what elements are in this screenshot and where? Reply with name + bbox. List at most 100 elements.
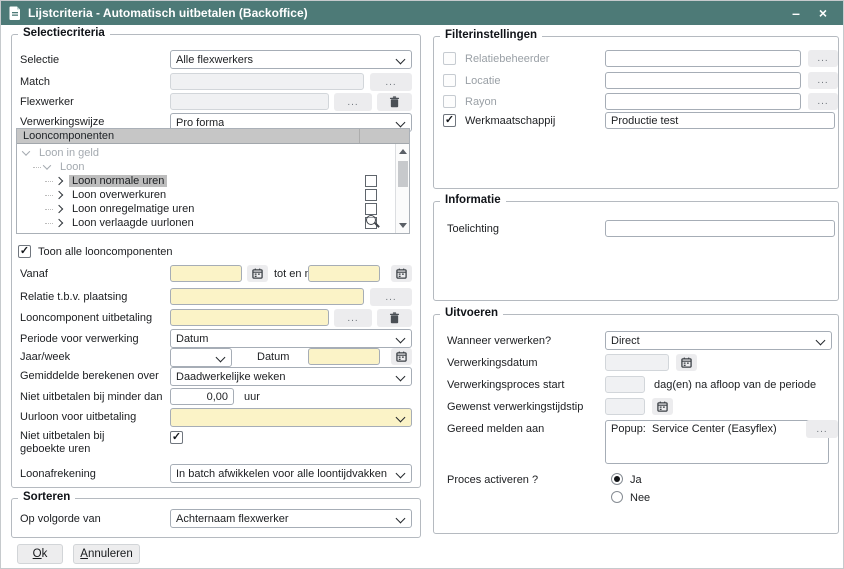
niet-geboekt-checkbox[interactable]: ✓ — [170, 431, 183, 444]
chevron-expanded-icon — [43, 161, 51, 169]
proces-start-label: Verwerkingsproces start — [447, 379, 564, 391]
tree-connector — [45, 223, 53, 224]
close-button[interactable]: × — [813, 1, 833, 25]
tree-item-loon[interactable]: Loon — [17, 160, 357, 174]
chevron-down-icon — [216, 353, 226, 363]
tot-en-met-input[interactable] — [308, 265, 380, 282]
scroll-down-icon[interactable] — [399, 223, 407, 228]
trash-icon — [389, 312, 400, 324]
flexwerker-clear-button[interactable] — [377, 93, 412, 111]
scroll-thumb[interactable] — [398, 161, 408, 187]
datum-calendar-button[interactable] — [391, 348, 412, 365]
nee-label: Nee — [630, 492, 650, 504]
tree-item-loon-normale-uren[interactable]: Loon normale uren — [17, 174, 357, 188]
flexwerker-browse-button[interactable]: ... — [334, 93, 372, 111]
tree-item-loon-verlaagde-uurlonen[interactable]: Loon verlaagde uurlonen — [17, 216, 357, 230]
proces-start-input[interactable] — [605, 376, 645, 393]
rayon-browse-button[interactable]: ... — [808, 93, 838, 110]
proces-activeren-nee-radio[interactable] — [611, 491, 623, 503]
proces-activeren-ja-radio[interactable] — [611, 473, 623, 485]
relatie-input[interactable] — [170, 288, 364, 305]
uitvoeren-group: Uitvoeren Wanneer verwerken? Direct Verw… — [433, 314, 839, 534]
gemiddelde-select[interactable]: Daadwerkelijke weken — [170, 367, 412, 386]
tree-connector — [45, 209, 53, 210]
rayon-checkbox[interactable] — [443, 95, 456, 108]
tree-checkbox-loon-overwerkuren[interactable] — [365, 189, 377, 201]
werkmaatschappij-input[interactable] — [605, 112, 835, 129]
match-browse-button[interactable]: ... — [370, 73, 412, 91]
rayon-input[interactable] — [605, 93, 801, 110]
lijstcriteria-dialog: Lijstcriteria - Automatisch uitbetalen (… — [0, 0, 844, 569]
chevron-down-icon — [396, 372, 406, 382]
locatie-label: Locatie — [465, 75, 500, 87]
tijdstip-calendar-button[interactable] — [652, 398, 673, 415]
gereed-melden-browse-button[interactable]: ... — [806, 420, 838, 438]
verwerkingsdatum-label: Verwerkingsdatum — [447, 357, 538, 369]
vanaf-label: Vanaf — [20, 268, 48, 280]
gereed-melden-textarea[interactable]: Popup: Service Center (Easyflex) — [605, 420, 829, 464]
match-input[interactable] — [170, 73, 364, 90]
proces-activeren-label: Proces activeren ? — [447, 474, 538, 486]
scroll-up-icon[interactable] — [399, 149, 407, 154]
minimize-button[interactable]: – — [786, 1, 806, 25]
jaarweek-label: Jaar/week — [20, 351, 70, 363]
werkmaatschappij-checkbox[interactable]: ✓ — [443, 114, 456, 127]
wanneer-select[interactable]: Direct — [605, 331, 832, 350]
toelichting-input[interactable] — [605, 220, 835, 237]
calendar-icon — [396, 351, 407, 362]
verwerkingsdatum-input[interactable] — [605, 354, 669, 371]
werkmaatschappij-label: Werkmaatschappij — [465, 115, 555, 127]
window-title: Lijstcriteria - Automatisch uitbetalen (… — [28, 6, 779, 20]
datum-input[interactable] — [308, 348, 380, 365]
tree-checkbox-loon-normale-uren[interactable] — [365, 175, 377, 187]
looncomponent-uitbetaling-input[interactable] — [170, 309, 329, 326]
niet-minder-input[interactable] — [170, 388, 234, 405]
looncomponent-uitbetaling-label: Looncomponent uitbetaling — [20, 312, 152, 324]
chevron-down-icon — [816, 336, 826, 346]
tot-en-met-calendar-button[interactable] — [391, 265, 412, 282]
selectie-select[interactable]: Alle flexwerkers — [170, 50, 412, 69]
loonafrekening-select[interactable]: In batch afwikkelen voor alle loontijdva… — [170, 464, 412, 483]
tree-connector — [45, 181, 53, 182]
uurloon-label: Uurloon voor uitbetaling — [20, 411, 136, 423]
tree-scrollbar[interactable] — [395, 144, 409, 233]
locatie-input[interactable] — [605, 72, 801, 89]
uurloon-select[interactable] — [170, 408, 412, 427]
chevron-down-icon — [396, 413, 406, 423]
relatiebeheerder-input[interactable] — [605, 50, 801, 67]
tree-checkbox-loon-onregelmatige-uren[interactable] — [365, 203, 377, 215]
ok-button[interactable]: Ok — [17, 544, 63, 564]
locatie-browse-button[interactable]: ... — [808, 72, 838, 89]
trash-icon — [389, 96, 400, 108]
looncomponent-uitbetaling-browse-button[interactable]: ... — [334, 309, 372, 327]
tijdstip-label: Gewenst verwerkingstijdstip — [447, 401, 583, 413]
locatie-checkbox[interactable] — [443, 74, 456, 87]
relatie-browse-button[interactable]: ... — [370, 288, 412, 306]
verwerkingsdatum-calendar-button[interactable] — [676, 354, 697, 371]
flexwerker-input[interactable] — [170, 93, 329, 110]
calendar-icon — [657, 401, 668, 412]
jaarweek-select[interactable] — [170, 348, 232, 367]
relatie-label: Relatie t.b.v. plaatsing — [20, 291, 127, 303]
tijdstip-input[interactable] — [605, 398, 645, 415]
relatiebeheerder-checkbox[interactable] — [443, 52, 456, 65]
vanaf-calendar-button[interactable] — [247, 265, 268, 282]
tree-item-loon-in-geld[interactable]: Loon in geld — [17, 146, 357, 160]
op-volgorde-select[interactable]: Achternaam flexwerker — [170, 509, 412, 528]
tree-item-loon-onregelmatige-uren[interactable]: Loon onregelmatige uren — [17, 202, 357, 216]
calendar-icon — [396, 268, 407, 279]
chevron-down-icon — [396, 334, 406, 344]
periode-select[interactable]: Datum — [170, 329, 412, 348]
match-label: Match — [20, 76, 50, 88]
relatiebeheerder-browse-button[interactable]: ... — [808, 50, 838, 67]
gereed-melden-label: Gereed melden aan — [447, 423, 544, 435]
annuleren-button[interactable]: Annuleren — [73, 544, 140, 564]
uitvoeren-legend: Uitvoeren — [440, 307, 503, 319]
proces-start-suffix-label: dag(en) na afloop van de periode — [654, 379, 816, 391]
selectiecriteria-group: Selectiecriteria Selectie Alle flexwerke… — [11, 34, 421, 488]
tree-item-loon-overwerkuren[interactable]: Loon overwerkuren — [17, 188, 357, 202]
selectie-label: Selectie — [20, 54, 59, 66]
vanaf-input[interactable] — [170, 265, 242, 282]
toon-alle-checkbox[interactable]: ✓ — [18, 245, 31, 258]
looncomponent-uitbetaling-clear-button[interactable] — [377, 309, 412, 327]
